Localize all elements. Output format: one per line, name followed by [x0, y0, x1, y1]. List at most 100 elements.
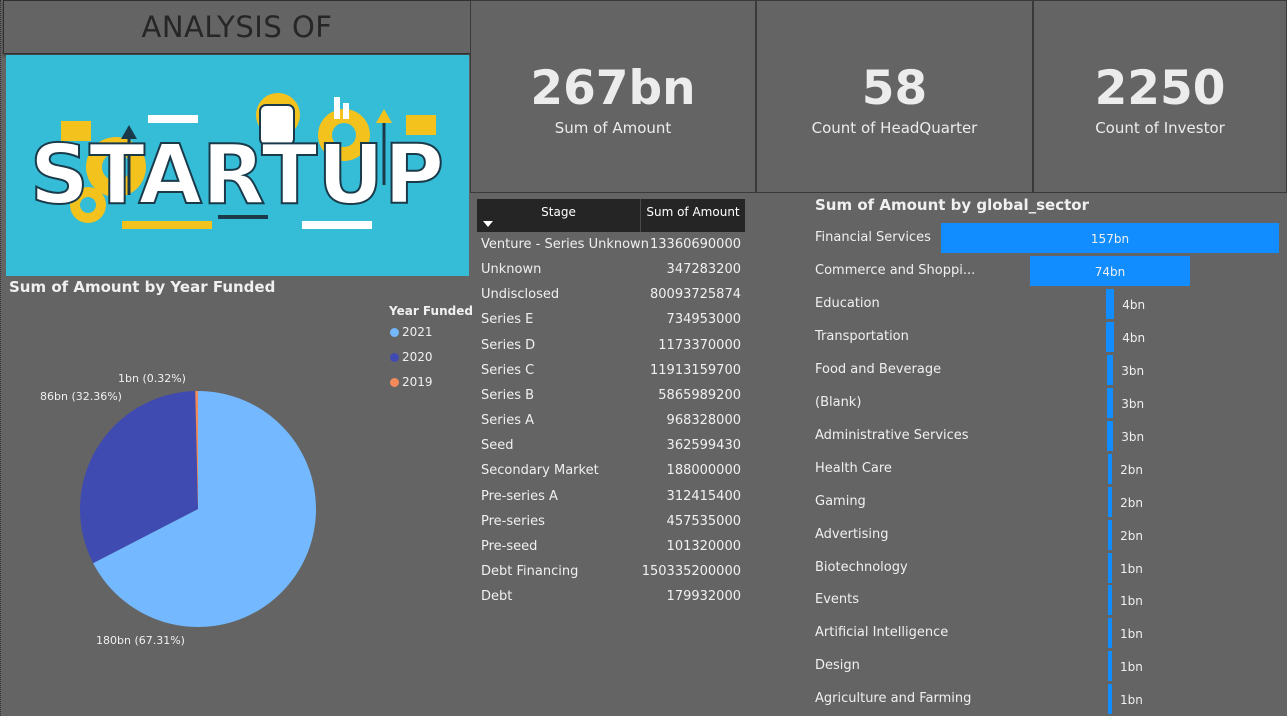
- bar[interactable]: [1108, 651, 1112, 682]
- bar[interactable]: [1107, 453, 1113, 484]
- table-row[interactable]: Debt 179932000: [481, 589, 741, 614]
- bar-category-label: Administrative Services: [815, 427, 969, 443]
- column-header-stage[interactable]: Stage: [477, 199, 640, 232]
- stage-cell: Pre-series A: [481, 488, 558, 504]
- bar-category-label: Design: [815, 658, 860, 674]
- stage-cell: Pre-series: [481, 513, 545, 529]
- bar-category-label: Education: [815, 295, 880, 311]
- bar-value-label: 1bn: [1120, 627, 1143, 642]
- table-row[interactable]: Unknown 347283200: [481, 262, 741, 287]
- bar-value-label: 1bn: [1120, 594, 1143, 609]
- column-header-amount[interactable]: Sum of Amount: [640, 199, 745, 232]
- stage-cell: Series D: [481, 337, 536, 353]
- bar-category-label: Agriculture and Farming: [815, 691, 972, 707]
- bar-value-label: 74bn: [1094, 264, 1126, 279]
- stage-cell: Debt Financing: [481, 563, 579, 579]
- page-title: ANALYSIS OF: [3, 0, 471, 54]
- bar[interactable]: [1106, 354, 1114, 385]
- table-row[interactable]: Series E 734953000: [481, 312, 741, 337]
- pie-chart-title: Sum of Amount by Year Funded: [9, 278, 276, 296]
- stage-cell: Undisclosed: [481, 287, 560, 303]
- bar[interactable]: [1105, 321, 1115, 352]
- kpi-card-investor-count[interactable]: 2250 Count of Investor: [1033, 0, 1287, 193]
- stage-cell: Debt: [481, 589, 513, 605]
- amount-cell: 179932000: [666, 589, 741, 605]
- startup-word: STARTUP: [30, 128, 444, 223]
- bar-category-label: Advertising: [815, 526, 889, 542]
- bar[interactable]: [1108, 585, 1112, 616]
- legend-dot-icon: [390, 328, 399, 337]
- stage-cell: Pre-seed: [481, 538, 538, 554]
- pie-slice-label-2021: 180bn (67.31%): [96, 634, 185, 647]
- bar-category-label: (Blank): [815, 394, 862, 410]
- table-row[interactable]: Series C 11913159700: [481, 363, 741, 388]
- bar-value-label: 2bn: [1120, 495, 1143, 510]
- bar[interactable]: [1106, 420, 1114, 451]
- table-row[interactable]: Series D 1173370000: [481, 338, 741, 363]
- amount-cell: 11913159700: [650, 362, 741, 378]
- amount-cell: 734953000: [666, 312, 741, 328]
- sort-desc-icon[interactable]: [483, 221, 493, 227]
- stage-cell: Series C: [481, 362, 535, 378]
- stage-cell: Series E: [481, 312, 534, 328]
- bar-category-label: Health Care: [815, 460, 892, 476]
- bar-category-label: Events: [815, 592, 860, 608]
- stage-cell: Venture - Series Unknown: [481, 237, 649, 252]
- bar[interactable]: [1107, 519, 1113, 550]
- stage-cell: Series B: [481, 387, 535, 403]
- table-row[interactable]: Series A 968328000: [481, 413, 741, 438]
- bar-value-label: 3bn: [1121, 396, 1145, 411]
- kpi-card-headquarter-count[interactable]: 58 Count of HeadQuarter: [756, 0, 1033, 193]
- legend-label: 2021: [402, 325, 433, 339]
- kpi-label: Count of HeadQuarter: [811, 119, 978, 137]
- stage-cell: Secondary Market: [481, 463, 599, 479]
- table-row[interactable]: Venture - Series Unknown 13360690000: [481, 237, 741, 262]
- pie-chart: [79, 391, 316, 627]
- startup-illustration: STARTUP: [29, 93, 445, 229]
- kpi-card-sum-amount[interactable]: 267bn Sum of Amount: [470, 0, 756, 193]
- amount-cell: 80093725874: [650, 287, 741, 303]
- table-row[interactable]: Series B 5865989200: [481, 388, 741, 413]
- bar-value-label: 2bn: [1120, 462, 1143, 477]
- pie-legend-title: Year Funded: [389, 304, 473, 318]
- amount-cell: 5865989200: [658, 387, 741, 403]
- bar[interactable]: [1108, 684, 1112, 715]
- table-row[interactable]: Undisclosed 80093725874: [481, 287, 741, 312]
- bar-category-label: Transportation: [815, 328, 909, 344]
- bar[interactable]: [1105, 288, 1115, 319]
- table-row[interactable]: Seed 362599430: [481, 438, 741, 463]
- bar[interactable]: [1106, 387, 1114, 418]
- bar-category-label: Gaming: [815, 493, 866, 509]
- amount-cell: 13360690000: [650, 237, 741, 252]
- bar-category-label: Food and Beverage: [815, 361, 942, 377]
- amount-cell: 150335200000: [641, 563, 741, 579]
- amount-cell: 101320000: [666, 538, 741, 554]
- amount-cell: 457535000: [666, 513, 741, 529]
- table-row[interactable]: Pre-seed 101320000: [481, 539, 741, 564]
- bar[interactable]: [1108, 552, 1112, 583]
- bar[interactable]: [1108, 618, 1112, 649]
- table-row[interactable]: Secondary Market 188000000: [481, 463, 741, 488]
- amount-cell: 347283200: [666, 262, 741, 278]
- bar-value-label: 2bn: [1120, 528, 1143, 543]
- bar-category-label: Artificial Intelligence: [815, 625, 949, 641]
- kpi-value: 2250: [1094, 61, 1226, 116]
- bar[interactable]: [1107, 486, 1113, 517]
- legend-item-2021[interactable]: 2021: [390, 325, 433, 350]
- pie-slice-label-2019: 1bn (0.32%): [118, 372, 186, 385]
- bar-value-label: 1bn: [1120, 660, 1143, 675]
- amount-cell: 312415400: [666, 488, 741, 504]
- bar-value-label: 4bn: [1122, 297, 1146, 312]
- table-row[interactable]: Pre-series A 312415400: [481, 489, 741, 514]
- bar-value-label: 3bn: [1121, 363, 1145, 378]
- bar-category-label: Commerce and Shoppi...: [815, 262, 976, 278]
- kpi-value: 267bn: [530, 61, 696, 116]
- bar-value-label: 3bn: [1121, 429, 1145, 444]
- stage-cell: Series A: [481, 413, 535, 429]
- amount-cell: 362599430: [666, 438, 741, 454]
- bar-value-label: 1bn: [1120, 561, 1143, 576]
- table-row[interactable]: Pre-series 457535000: [481, 514, 741, 539]
- table-row[interactable]: Debt Financing 150335200000: [481, 564, 741, 589]
- kpi-value: 58: [861, 61, 928, 116]
- bar-value-label: 1bn: [1120, 693, 1143, 708]
